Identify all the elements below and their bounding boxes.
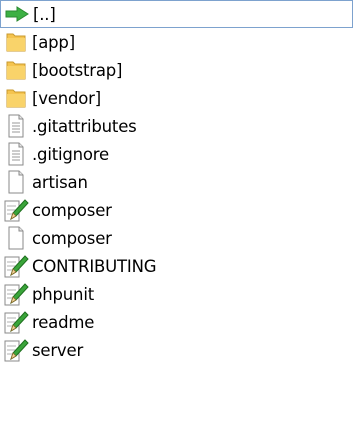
list-item-file[interactable]: composer	[0, 196, 353, 224]
text-file-icon	[2, 141, 30, 167]
list-item-label: phpunit	[32, 284, 94, 304]
editable-file-icon	[2, 197, 30, 223]
editable-file-icon	[2, 253, 30, 279]
list-item-folder[interactable]: [vendor]	[0, 84, 353, 112]
list-item-label: [..]	[33, 4, 56, 24]
list-item-label: [vendor]	[32, 88, 102, 108]
list-item-file[interactable]: .gitattributes	[0, 112, 353, 140]
list-item-label: readme	[32, 312, 95, 332]
text-file-icon	[2, 113, 30, 139]
list-item-file[interactable]: .gitignore	[0, 140, 353, 168]
list-item-label: composer	[32, 200, 112, 220]
list-item-file[interactable]: composer	[0, 224, 353, 252]
list-item-folder[interactable]: [app]	[0, 28, 353, 56]
list-item-label: .gitignore	[32, 144, 109, 164]
list-item-file[interactable]: artisan	[0, 168, 353, 196]
folder-icon	[2, 85, 30, 111]
list-item-file[interactable]: CONTRIBUTING	[0, 252, 353, 280]
list-item-label: [app]	[32, 32, 75, 52]
list-item-file[interactable]: phpunit	[0, 280, 353, 308]
list-item-label: CONTRIBUTING	[32, 256, 157, 276]
blank-file-icon	[2, 169, 30, 195]
blank-file-icon	[2, 225, 30, 251]
list-item-file[interactable]: server	[0, 336, 353, 364]
list-item-label: server	[32, 340, 84, 360]
list-item-label: composer	[32, 228, 112, 248]
list-item-file[interactable]: readme	[0, 308, 353, 336]
file-list: [..] [app] [bootstrap] [vendor] .gitattr…	[0, 0, 353, 421]
editable-file-icon	[2, 281, 30, 307]
list-item-label: .gitattributes	[32, 116, 137, 136]
list-item-folder[interactable]: [bootstrap]	[0, 56, 353, 84]
list-item-parent-dir[interactable]: [..]	[0, 0, 353, 28]
editable-file-icon	[2, 309, 30, 335]
editable-file-icon	[2, 337, 30, 363]
folder-icon	[2, 29, 30, 55]
folder-icon	[2, 57, 30, 83]
list-item-label: artisan	[32, 172, 88, 192]
list-item-label: [bootstrap]	[32, 60, 123, 80]
up-arrow-icon	[3, 1, 31, 27]
